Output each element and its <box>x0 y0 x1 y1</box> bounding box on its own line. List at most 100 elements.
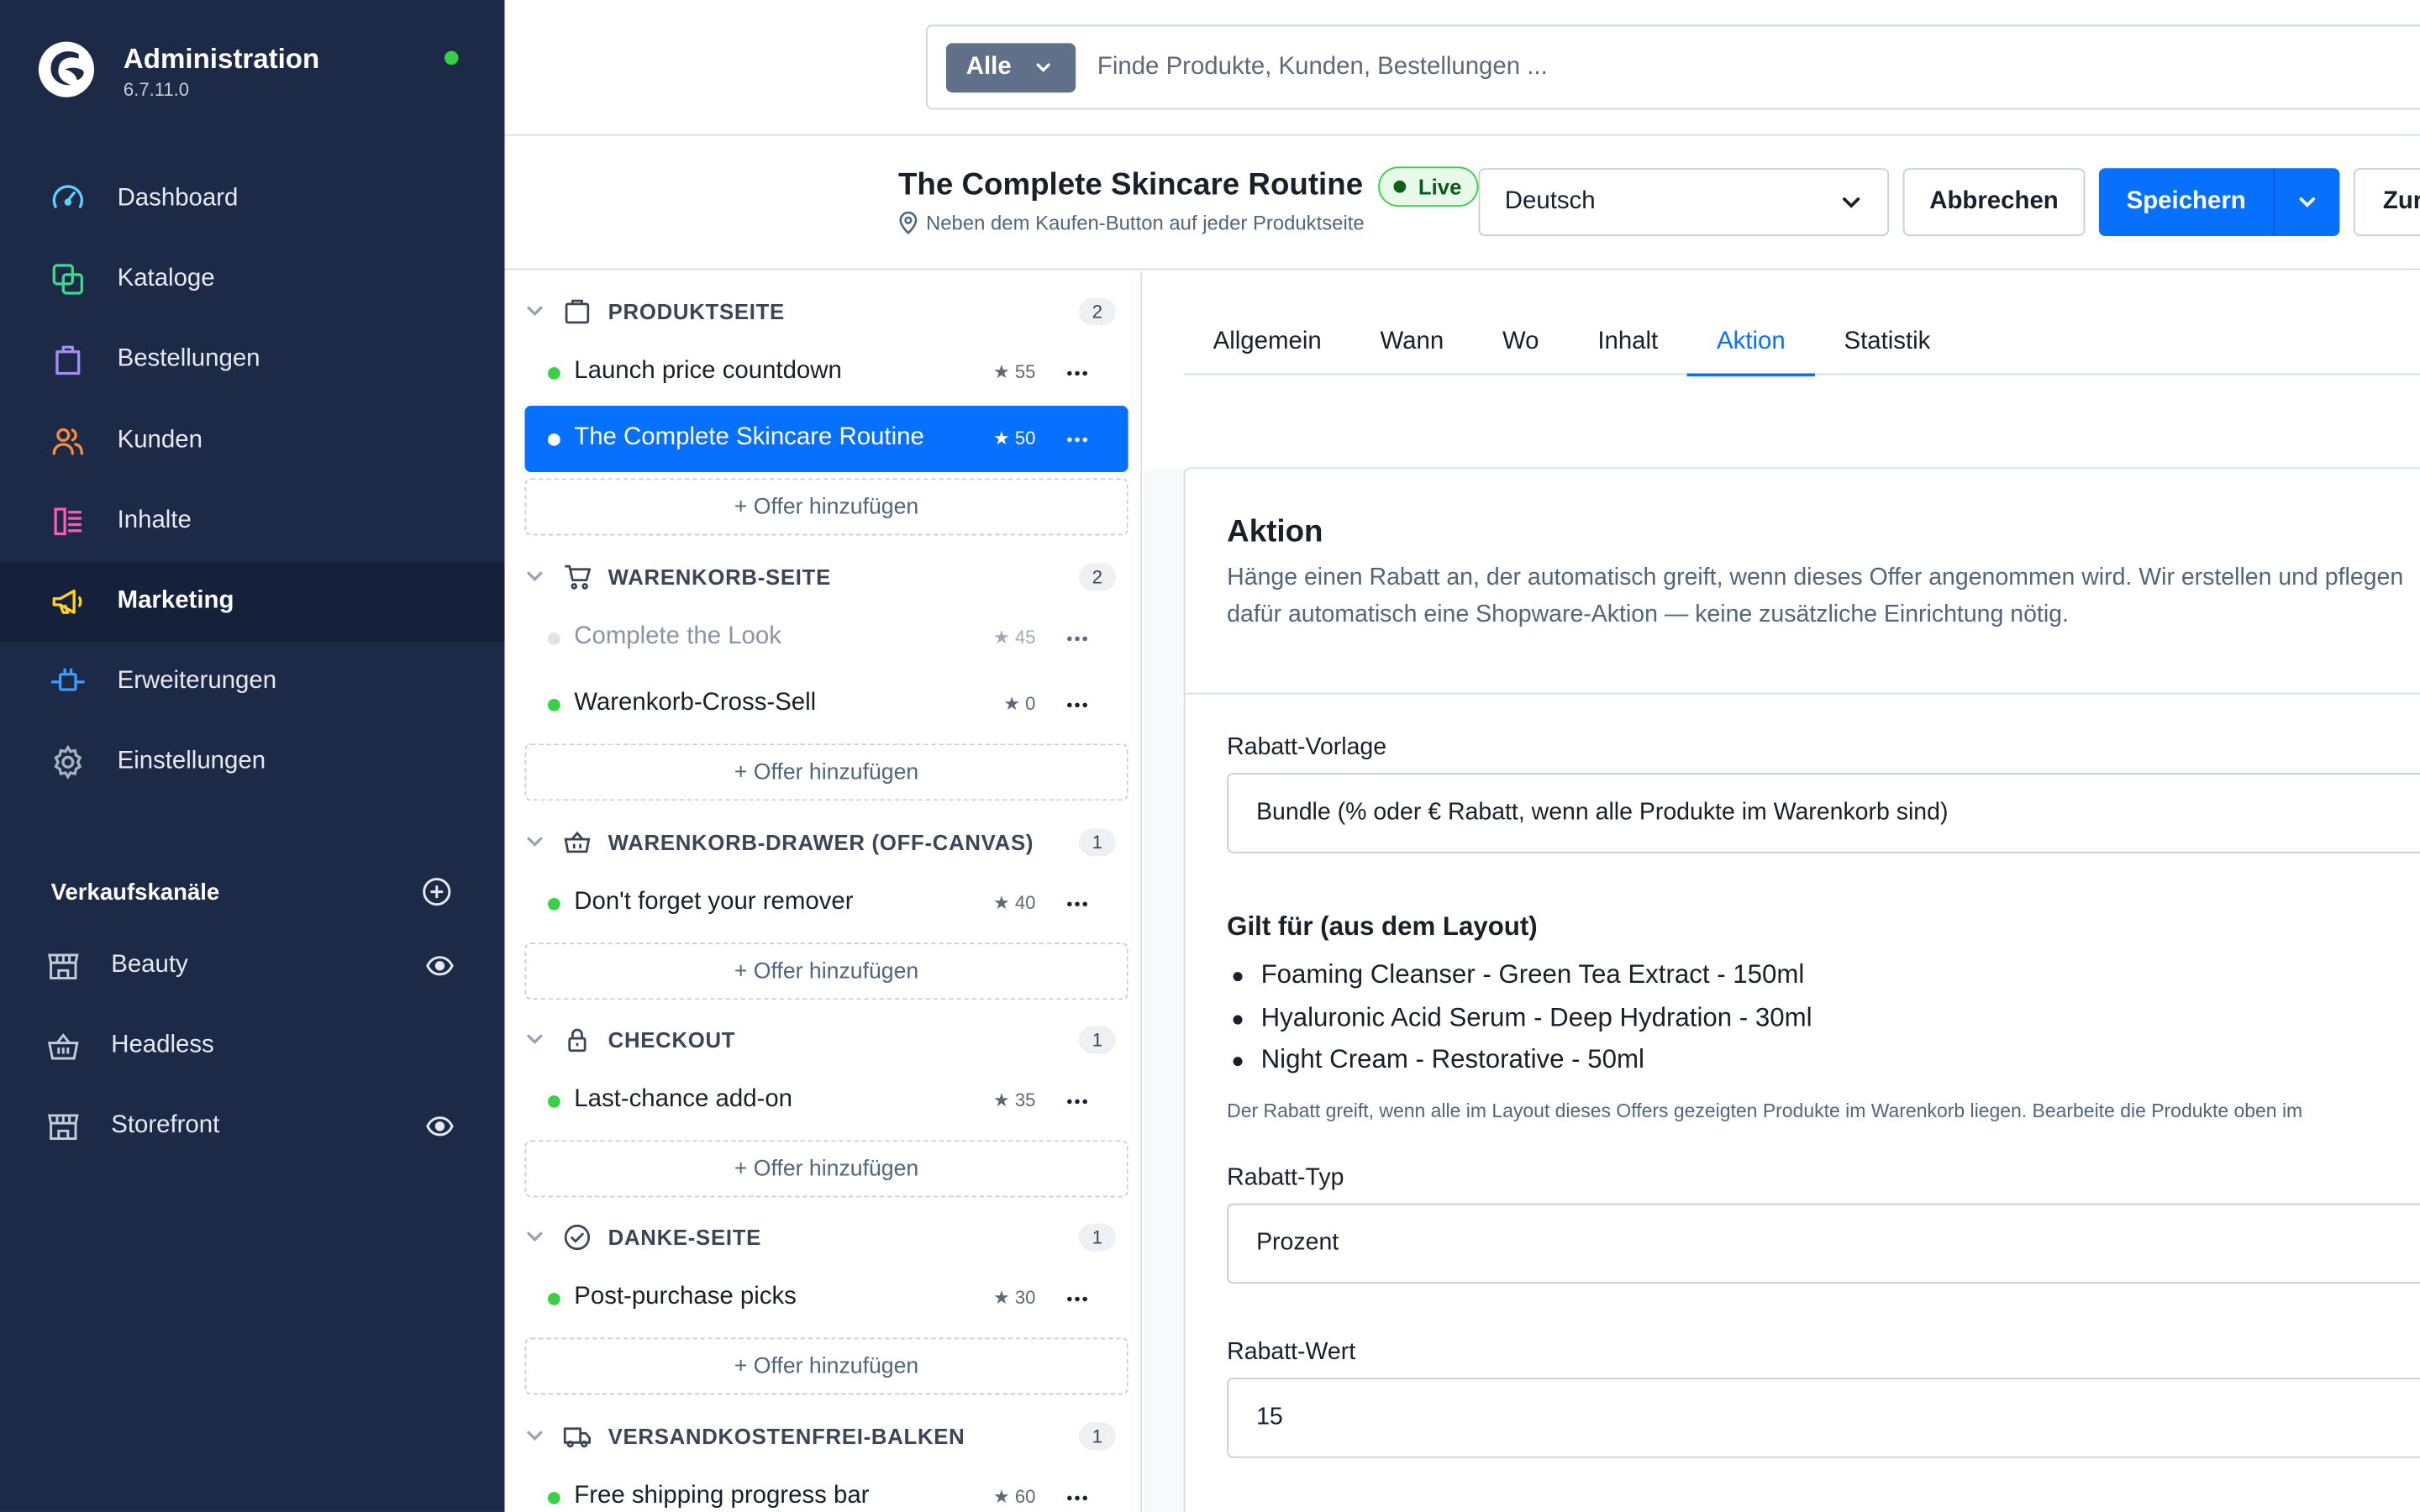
add-offer-button[interactable]: + Offer hinzufügen <box>524 1140 1128 1198</box>
offer-item-selected[interactable]: The Complete Skincare Routine ★ 50 <box>524 406 1128 473</box>
offer-priority: ★ 0 <box>1003 692 1036 715</box>
card-header: Aktion Hänge einen Rabatt an, der automa… <box>1185 469 2420 695</box>
offer-priority: ★ 35 <box>993 1089 1036 1111</box>
nav-item-einstellungen[interactable]: Einstellungen <box>0 722 505 803</box>
tab-wo[interactable]: Wo <box>1473 318 1568 375</box>
main-nav: Dashboard Kataloge Bestellungen Kunden I… <box>0 159 505 803</box>
catalog-icon <box>52 264 83 296</box>
save-button[interactable]: Speichern <box>2099 168 2274 236</box>
page-title: The Complete Skincare Routine <box>897 168 1364 202</box>
language-select[interactable]: Deutsch <box>1478 168 1890 237</box>
location-pin-icon <box>899 211 918 235</box>
add-channel-icon[interactable] <box>421 876 452 907</box>
channel-beauty[interactable]: Beauty <box>46 942 460 989</box>
section-produktseite[interactable]: PRODUKTSEITE 2 <box>505 288 1141 334</box>
dashboard-icon <box>52 185 83 208</box>
save-options-button[interactable] <box>2273 168 2339 237</box>
offer-item[interactable]: Don't forget your remover ★ 40 <box>524 870 1128 937</box>
section-count: 2 <box>1078 563 1116 591</box>
eye-icon[interactable] <box>426 953 454 978</box>
tab-inhalt[interactable]: Inhalt <box>1568 318 1687 375</box>
nav-item-erweiterungen[interactable]: Erweiterungen <box>0 642 505 722</box>
applies-to-hint: Der Rabatt greift, wenn alle im Layout d… <box>1227 1100 2303 1122</box>
discount-value-input[interactable]: 15 <box>1227 1378 2420 1458</box>
chevron-down-icon <box>527 1231 543 1242</box>
top-bar: Alle <box>504 0 2420 136</box>
nav-item-marketing[interactable]: Marketing <box>0 561 505 643</box>
chevron-down-icon <box>527 837 543 847</box>
status-dot <box>548 433 560 446</box>
tab-allgemein[interactable]: Allgemein <box>1184 318 1351 375</box>
channel-headless[interactable]: Headless <box>46 1023 460 1069</box>
status-dot <box>548 1293 560 1305</box>
offer-item[interactable]: Last-chance add-on ★ 35 <box>524 1068 1128 1134</box>
section-warenkorb-drawer[interactable]: WARENKORB-DRAWER (OFF-CANVAS) 1 <box>505 819 1141 865</box>
detail-tabs: Allgemein Wann Wo Inhalt Aktion Statisti… <box>1183 318 2420 377</box>
search-scope-label: Alle <box>965 54 1012 81</box>
more-options-icon[interactable] <box>1066 901 1088 907</box>
more-options-icon[interactable] <box>1066 702 1088 708</box>
section-versandkostenfrei-balken[interactable]: VERSANDKOSTENFREI-BALKEN 1 <box>505 1413 1141 1459</box>
nav-item-dashboard[interactable]: Dashboard <box>0 159 505 239</box>
status-dot <box>548 633 560 645</box>
discount-type-select[interactable]: Prozent <box>1227 1203 2420 1284</box>
search-scope-select[interactable]: Alle <box>945 43 1076 93</box>
product-page-icon <box>565 299 590 324</box>
offer-item[interactable]: Complete the Look ★ 45 <box>524 605 1128 671</box>
tab-wann[interactable]: Wann <box>1351 318 1473 375</box>
chevron-down-icon <box>527 306 543 317</box>
more-options-icon[interactable] <box>1066 1495 1088 1501</box>
cancel-button[interactable]: Abbrechen <box>1902 168 2086 237</box>
add-offer-button[interactable]: + Offer hinzufügen <box>524 1337 1128 1395</box>
offer-item[interactable]: Free shipping progress bar ★ 60 <box>524 1464 1128 1512</box>
add-offer-button[interactable]: + Offer hinzufügen <box>524 478 1128 536</box>
nav-item-kataloge[interactable]: Kataloge <box>0 239 505 320</box>
channel-label: Headless <box>111 1032 214 1058</box>
live-dot <box>1393 180 1407 193</box>
status-badge: Live <box>1378 166 1479 207</box>
section-danke-seite[interactable]: DANKE-SEITE 1 <box>505 1214 1141 1260</box>
customers-icon <box>52 428 83 455</box>
section-title: DANKE-SEITE <box>608 1225 762 1250</box>
channel-storefront[interactable]: Storefront <box>46 1103 460 1149</box>
section-warenkorb-seite[interactable]: WARENKORB-SEITE 2 <box>505 554 1141 600</box>
add-offer-button[interactable]: + Offer hinzufügen <box>524 942 1128 1000</box>
more-options-icon[interactable] <box>1066 636 1088 642</box>
brand[interactable]: Administration 6.7.11.0 <box>37 37 469 105</box>
more-options-icon[interactable] <box>1066 370 1088 376</box>
section-checkout[interactable]: CHECKOUT 1 <box>505 1016 1141 1063</box>
offer-name: Don't forget your remover <box>574 888 854 916</box>
more-options-icon[interactable] <box>1066 1296 1088 1302</box>
back-button[interactable]: Zur <box>2353 168 2420 237</box>
section-title: WARENKORB-DRAWER (OFF-CANVAS) <box>608 830 1034 855</box>
tab-aktion[interactable]: Aktion <box>1687 318 1816 377</box>
eye-icon[interactable] <box>426 1114 454 1138</box>
nav-label: Marketing <box>117 587 234 615</box>
discount-template-label: Rabatt-Vorlage <box>1227 734 1387 761</box>
more-options-icon[interactable] <box>1066 437 1088 443</box>
add-offer-button[interactable]: + Offer hinzufügen <box>524 743 1128 801</box>
offer-name: Post-purchase picks <box>574 1284 797 1310</box>
section-count: 1 <box>1078 828 1116 857</box>
nav-item-kunden[interactable]: Kunden <box>0 401 505 481</box>
search-input[interactable] <box>1097 47 2178 88</box>
offer-item[interactable]: Launch price countdown ★ 55 <box>524 339 1128 406</box>
card-description: Hänge einen Rabatt an, der automatisch g… <box>1227 564 2404 628</box>
offer-priority: ★ 30 <box>993 1286 1036 1309</box>
storefront-icon <box>47 1114 79 1140</box>
discount-template-select[interactable]: Bundle (% oder € Rabatt, wenn alle Produ… <box>1227 773 2420 853</box>
chevron-down-icon <box>527 571 543 582</box>
card-title: Aktion <box>1227 515 1323 549</box>
offer-item[interactable]: Post-purchase picks ★ 30 <box>524 1265 1128 1331</box>
sales-channels-title: Verkaufskanäle <box>50 879 220 906</box>
content-icon <box>54 507 82 535</box>
tab-statistik[interactable]: Statistik <box>1815 318 1960 375</box>
nav-item-bestellungen[interactable]: Bestellungen <box>0 320 505 401</box>
more-options-icon[interactable] <box>1066 1099 1088 1105</box>
offer-item[interactable]: Warenkorb-Cross-Sell ★ 0 <box>524 671 1128 738</box>
section-title: PRODUKTSEITE <box>608 299 785 324</box>
sidebar: Administration 6.7.11.0 Dashboard Katalo… <box>0 0 505 1512</box>
nav-item-inhalte[interactable]: Inhalte <box>0 481 505 562</box>
offer-name: Warenkorb-Cross-Sell <box>574 690 817 717</box>
status-indicator <box>444 50 459 66</box>
